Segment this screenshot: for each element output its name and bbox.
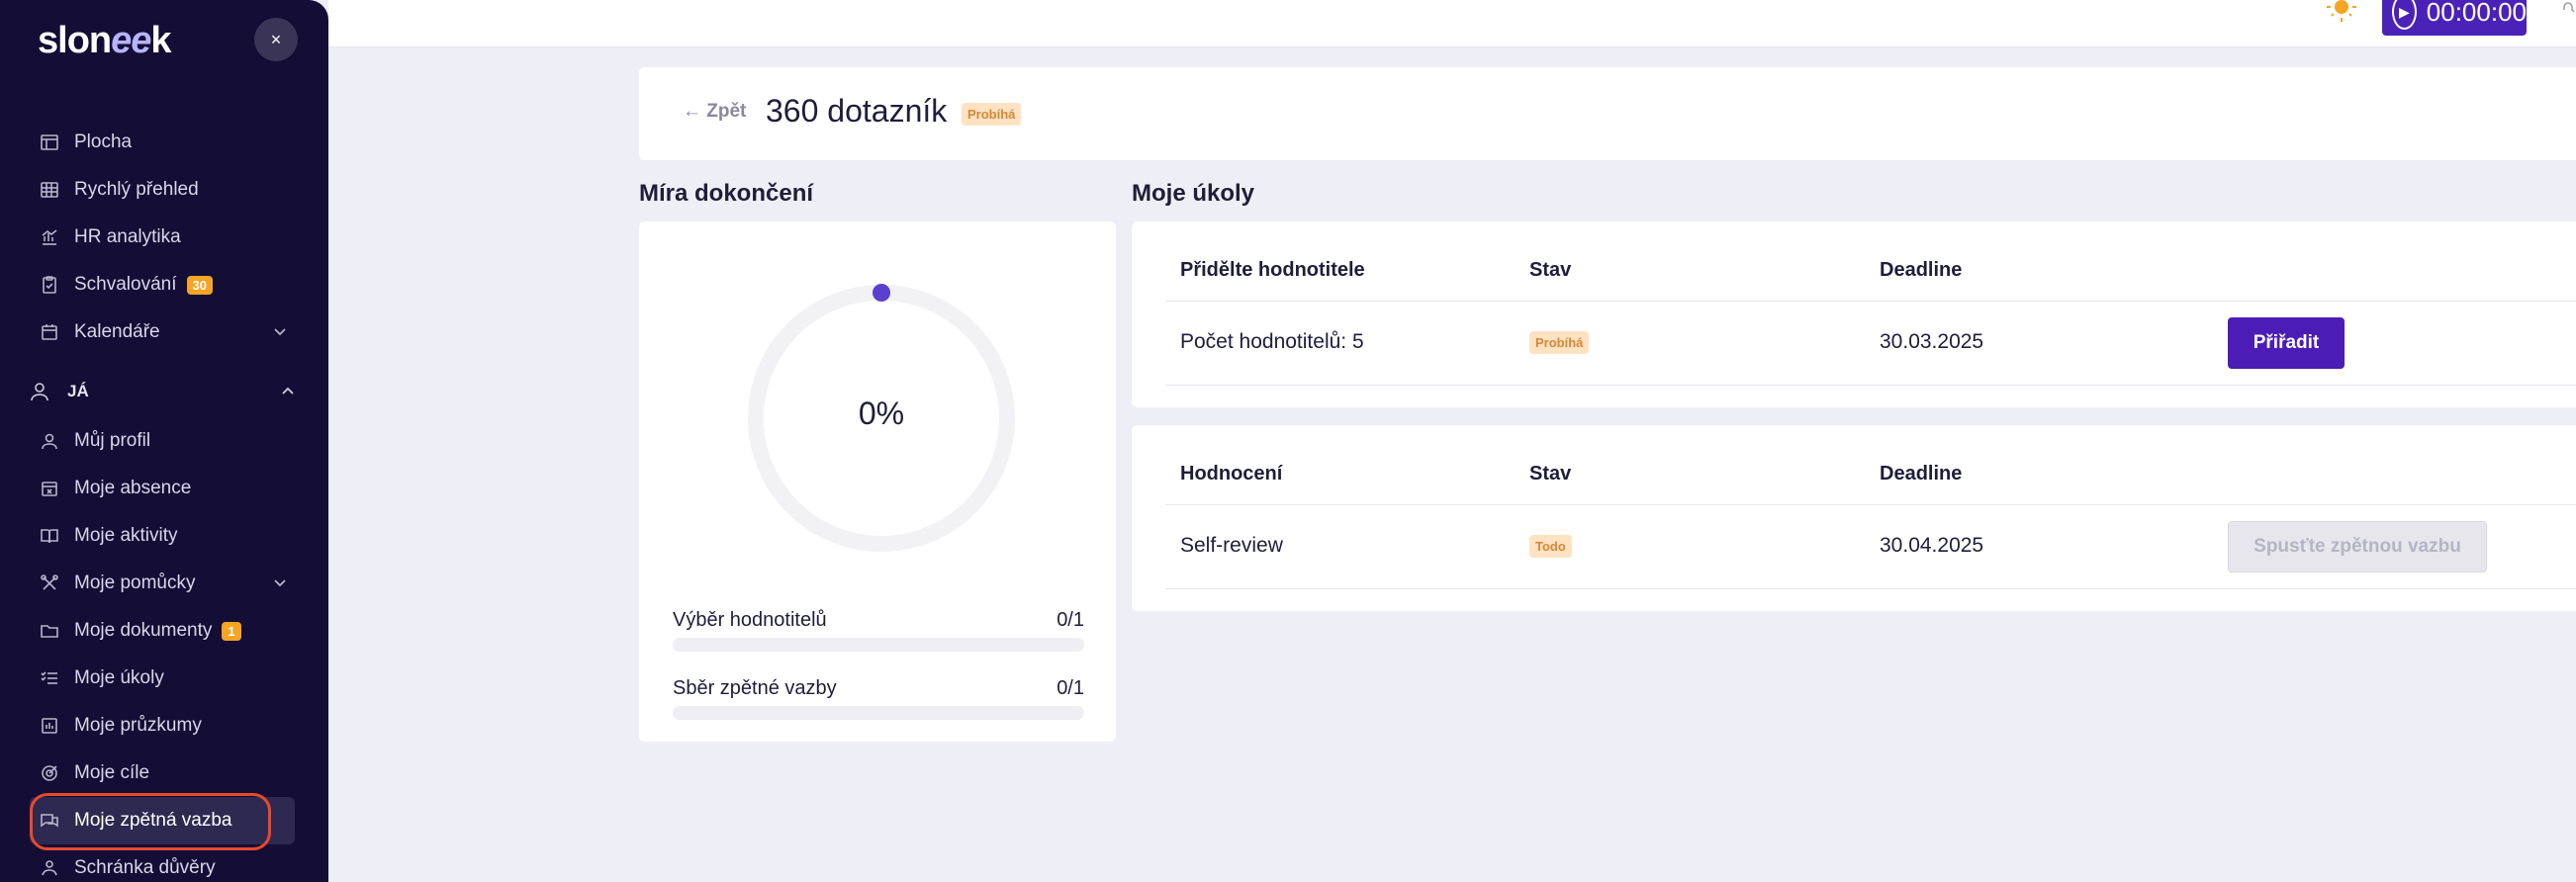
column-header: Deadline [1880, 463, 1963, 485]
timer-value: 00:00:00 [2426, 0, 2527, 27]
folder-icon [40, 621, 59, 641]
sidebar-item-kalendare[interactable]: Kalendáře [0, 309, 328, 356]
top-bar [328, 0, 2576, 47]
divider [1165, 504, 2576, 505]
sidebar-item-moje-pruzkumy[interactable]: Moje průzkumy [0, 702, 328, 750]
sidebar-item-label: Rychlý přehled [74, 179, 199, 200]
target-icon [40, 763, 59, 783]
column-header: Hodnocení [1180, 463, 1283, 485]
sidebar-section-label: JÁ [67, 382, 89, 400]
status-badge: Todo [1529, 535, 1572, 558]
sidebar-item-label: Moje dokumenty [74, 620, 213, 641]
progress-row-value: 0/1 [1057, 677, 1084, 699]
chevron-down-icon[interactable] [271, 322, 289, 340]
column-header: Deadline [1880, 259, 1963, 281]
sidebar-section-ja[interactable]: JÁ [0, 366, 328, 417]
tools-icon [40, 573, 59, 593]
highlight-annotation [30, 793, 271, 850]
book-icon [40, 526, 59, 546]
page-title: 360 dotazník [766, 93, 948, 129]
sidebar-item-moje-absence[interactable]: Moje absence [0, 465, 328, 512]
sidebar-item-label: Moje cíle [74, 762, 150, 783]
sidebar-item-label: Kalendáře [74, 321, 160, 342]
chevron-down-icon[interactable] [271, 573, 289, 591]
column-header: Přidělte hodnotitele [1180, 259, 1365, 281]
chevron-up-icon[interactable] [279, 383, 297, 400]
sidebar-item-moje-pomucky[interactable]: Moje pomůcky [0, 560, 328, 607]
deadline-value: 30.04.2025 [1880, 534, 1984, 557]
user-icon [28, 380, 51, 403]
page-header-card: ← Zpět 360 dotazník Probíhá [639, 67, 2576, 160]
sidebar-item-label: Plocha [74, 132, 133, 152]
trust-icon [40, 858, 59, 878]
approvals-count-badge: 30 [186, 275, 213, 295]
sidebar-item-label: Moje absence [74, 478, 192, 498]
sidebar-item-label: Schvalování [74, 274, 177, 295]
status-badge: Probíhá [1529, 331, 1590, 354]
review-card: Hodnocení Stav Deadline Self-review Todo… [1132, 425, 2576, 611]
divider [1165, 385, 2576, 386]
divider [1165, 301, 2576, 302]
assign-evaluators-card: Přidělte hodnotitele Stav Deadline Počet… [1132, 221, 2576, 407]
progress-row-label: Sběr zpětné vazby [673, 677, 837, 699]
deadline-value: 30.03.2025 [1880, 330, 1984, 353]
sidebar-item-moje-cile[interactable]: Moje cíle [0, 750, 328, 797]
sidebar: sloneek × Plocha Rychlý přehled HR analy… [0, 0, 328, 882]
close-sidebar-button[interactable]: × [254, 18, 298, 61]
survey-icon [40, 716, 59, 736]
column-header: Stav [1529, 463, 1572, 485]
tasks-section-title: Moje úkoly [1132, 180, 1255, 207]
timer-button[interactable]: ▶ 00:00:00 [2382, 0, 2527, 36]
evaluator-count: Počet hodnotitelů: 5 [1180, 330, 1364, 353]
assign-button[interactable]: Přiřadit [2228, 317, 2345, 369]
grid-icon [40, 180, 59, 200]
progress-track [673, 706, 1084, 720]
progress-row-evaluators: Výběr hodnotitelů 0/1 [673, 609, 1084, 652]
list-icon [40, 668, 59, 688]
sidebar-item-rychly-prehled[interactable]: Rychlý přehled [0, 166, 328, 214]
calendar-icon [40, 322, 59, 342]
sidebar-item-label: HR analytika [74, 226, 181, 247]
chart-icon [40, 227, 59, 247]
sidebar-nav: Plocha Rychlý přehled HR analytika Schva… [0, 119, 328, 882]
column-header: Stav [1529, 259, 1572, 281]
divider [1165, 588, 2576, 589]
completion-card: 0% Výběr hodnotitelů 0/1 Sběr zpětné vaz… [639, 221, 1116, 742]
sidebar-item-label: Moje průzkumy [74, 715, 202, 736]
app-logo[interactable]: sloneek [38, 20, 172, 62]
sidebar-item-label: Můj profil [74, 430, 151, 451]
sidebar-item-hr-analytika[interactable]: HR analytika [0, 214, 328, 261]
sidebar-item-plocha[interactable]: Plocha [0, 119, 328, 166]
sidebar-item-moje-dokumenty[interactable]: Moje dokumenty 1 [0, 607, 328, 655]
clipboard-icon [40, 275, 59, 295]
user-icon [40, 431, 59, 451]
sidebar-item-label: Moje aktivity [74, 525, 178, 546]
progress-row-value: 0/1 [1057, 609, 1084, 631]
sidebar-item-label: Moje pomůcky [74, 573, 196, 593]
layout-icon [40, 132, 59, 152]
completion-indicator [873, 284, 890, 302]
play-icon: ▶ [2392, 0, 2417, 30]
progress-track [673, 638, 1084, 652]
status-badge: Probíhá [962, 103, 1022, 126]
progress-row-feedback: Sběr zpětné vazby 0/1 [673, 677, 1084, 720]
sidebar-item-moje-ukoly[interactable]: Moje úkoly [0, 655, 328, 702]
sidebar-item-schvalovani[interactable]: Schvalování 30 [0, 261, 328, 309]
bell-icon[interactable] [2560, 0, 2576, 16]
sidebar-item-label: Schránka důvěry [74, 857, 216, 878]
calendar-x-icon [40, 479, 59, 498]
sidebar-item-label: Moje úkoly [74, 667, 164, 688]
sidebar-item-moje-aktivity[interactable]: Moje aktivity [0, 512, 328, 560]
progress-section-title: Míra dokončení [639, 180, 814, 207]
progress-row-label: Výběr hodnotitelů [673, 609, 827, 631]
review-name: Self-review [1180, 534, 1283, 557]
back-link[interactable]: ← Zpět [683, 101, 746, 123]
sun-icon[interactable] [2325, 0, 2358, 28]
start-feedback-button[interactable]: Spusťte zpětnou vazbu [2228, 521, 2487, 573]
completion-percent: 0% [858, 396, 905, 431]
sidebar-item-muj-profil[interactable]: Můj profil [0, 417, 328, 465]
documents-count-badge: 1 [222, 621, 241, 641]
